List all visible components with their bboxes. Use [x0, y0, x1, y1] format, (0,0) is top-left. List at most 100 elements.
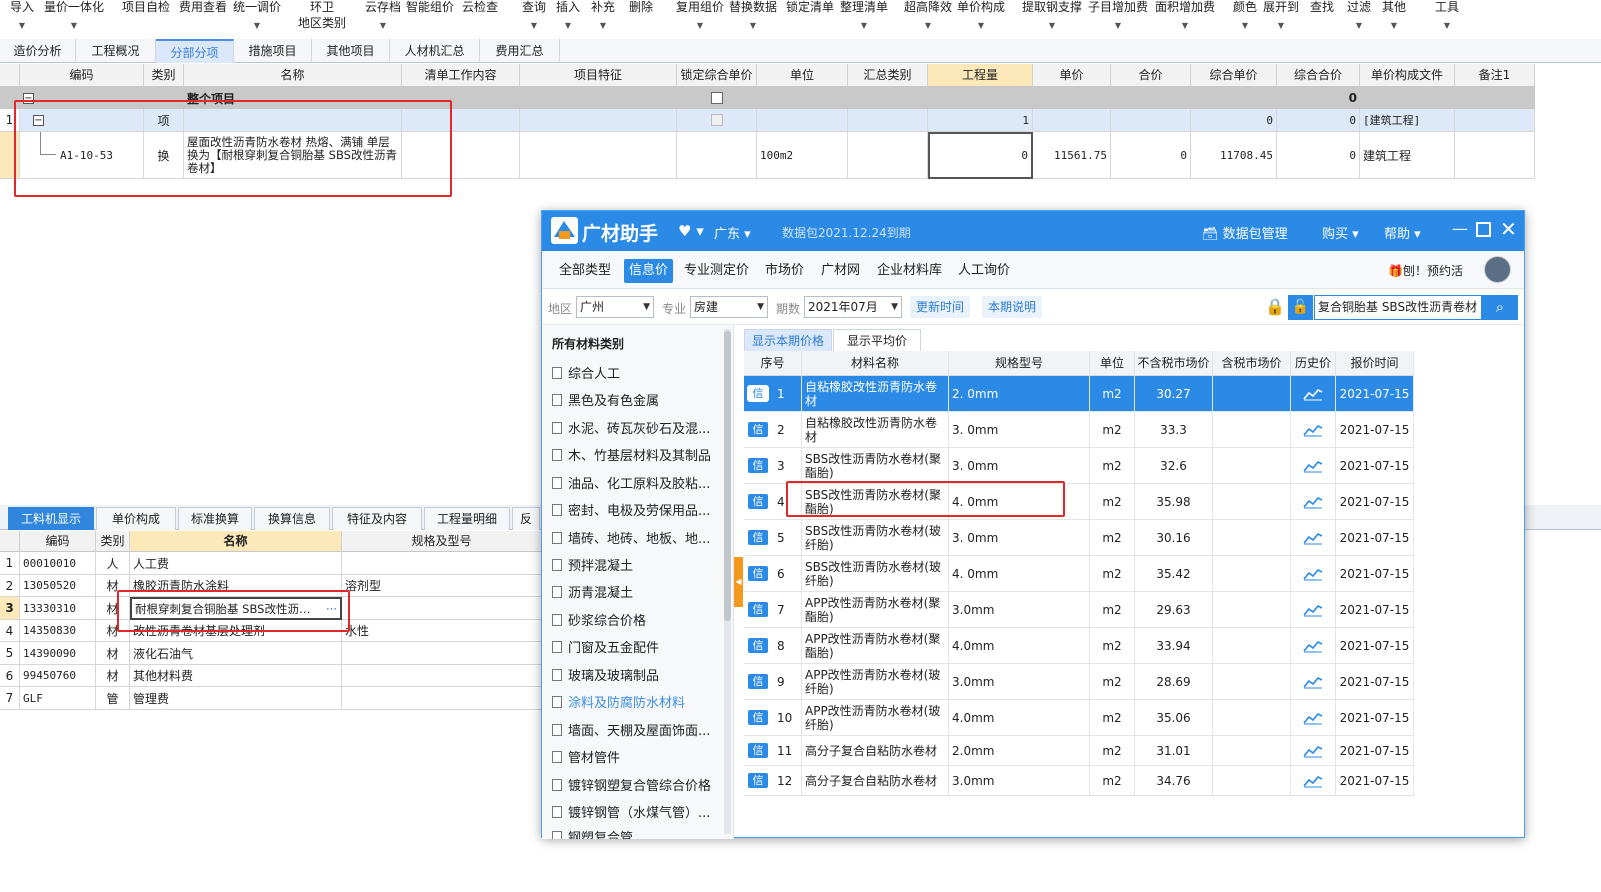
tab-price-composition[interactable]: 单价构成	[96, 507, 176, 530]
category-item[interactable]: 管材管件	[552, 749, 722, 769]
col-header-price-incl-tax[interactable]: 含税市场价	[1213, 351, 1291, 376]
expand-to-button[interactable]: 展开到 ▼	[1263, 0, 1299, 30]
row-price-file[interactable]: 建筑工程	[1360, 132, 1455, 179]
col-header-lock-price[interactable]: 锁定综合单价	[677, 64, 757, 87]
row-quantity[interactable]: 1	[928, 109, 1033, 132]
cloud-save-button[interactable]: 云存档 ▼	[365, 0, 401, 30]
region-selector[interactable]: 广东 ▾	[714, 223, 751, 242]
category-item[interactable]: 墙面、天棚及屋面饰面...	[552, 722, 722, 742]
row-date[interactable]: 2021-07-15	[1336, 700, 1414, 736]
col-header-price-excl-tax[interactable]: 不含税市场价	[1135, 351, 1213, 376]
row-code[interactable]: 13330310	[20, 597, 96, 620]
history-chart-icon[interactable]	[1291, 700, 1336, 736]
nav-labor-inquiry[interactable]: 人工询价	[953, 259, 1015, 283]
col-header-quote-date[interactable]: 报价时间	[1336, 351, 1414, 376]
row-spec[interactable]: 3. 0mm	[949, 520, 1090, 556]
row-date[interactable]: 2021-07-15	[1336, 448, 1414, 484]
row-code[interactable]: GLF	[20, 687, 96, 710]
row-material-name[interactable]: 高分子复合自粘防水卷材	[802, 736, 949, 766]
tab-average-price[interactable]: 显示平均价	[833, 329, 921, 351]
search-icon[interactable]: ⌕	[1482, 295, 1518, 320]
tab-overview[interactable]: 工程概况	[76, 39, 156, 63]
row-code[interactable]: 14390090	[20, 642, 96, 665]
row-material-name[interactable]: SBS改性沥青防水卷材(玻纤胎)	[802, 556, 949, 592]
env-button[interactable]: 环卫	[310, 0, 334, 14]
tab-other-items[interactable]: 其他项目	[312, 39, 390, 63]
row-spec[interactable]	[342, 552, 542, 575]
smart-price-button[interactable]: 智能组价	[406, 0, 454, 14]
tab-sections[interactable]: 分部分项	[156, 39, 234, 63]
row-remark[interactable]	[1455, 109, 1535, 132]
category-item[interactable]: 油品、化工原料及胶粘...	[552, 475, 722, 495]
row-material-name[interactable]: APP改性沥青防水卷材(聚酯胎)	[802, 628, 949, 664]
nav-info-price[interactable]: 信息价	[624, 259, 674, 283]
fee-view-button[interactable]: 费用查看	[179, 0, 227, 14]
col-header-code[interactable]: 编码	[20, 531, 96, 552]
row-unit[interactable]: m2	[1090, 484, 1135, 520]
tab-features-content[interactable]: 特征及内容	[332, 507, 422, 530]
category-item[interactable]: 水泥、砖瓦灰砂石及混...	[552, 420, 722, 440]
row-date[interactable]: 2021-07-15	[1336, 766, 1414, 796]
col-header-features[interactable]: 项目特征	[520, 64, 677, 87]
query-button[interactable]: 查询 ▼	[522, 0, 546, 30]
row-price[interactable]: 30.27	[1135, 376, 1213, 412]
region-category-button[interactable]: 地区类别	[298, 16, 346, 30]
row-spec[interactable]: 3.0mm	[949, 664, 1090, 700]
unit-price-comp-button[interactable]: 单价构成 ▼	[957, 0, 1005, 30]
row-name[interactable]: 人工费	[130, 552, 342, 575]
row-code[interactable]: 13050520	[20, 575, 96, 597]
col-header-unit[interactable]: 单位	[1090, 351, 1135, 376]
period-note-button[interactable]: 本期说明	[982, 296, 1043, 318]
table-row[interactable]: 信9 APP改性沥青防水卷材(玻纤胎) 3.0mm m2 28.69 2021-…	[744, 664, 1414, 700]
data-package-button[interactable]: 🗃 数据包管理	[1202, 223, 1288, 242]
row-spec[interactable]: 4.0mm	[949, 628, 1090, 664]
table-row[interactable]: 7 GLF 管 管理费	[0, 687, 542, 710]
table-row[interactable]: 信7 APP改性沥青防水卷材(聚酯胎) 3.0mm m2 29.63 2021-…	[744, 592, 1414, 628]
table-row[interactable]: 信3 SBS改性沥青防水卷材(聚酯胎) 3. 0mm m2 32.6 2021-…	[744, 448, 1414, 484]
tab-more[interactable]: 反	[512, 507, 540, 530]
row-unit[interactable]: m2	[1090, 376, 1135, 412]
col-header-summary-type[interactable]: 汇总类别	[848, 64, 928, 87]
row-spec[interactable]: 3.0mm	[949, 766, 1090, 796]
row-date[interactable]: 2021-07-15	[1336, 556, 1414, 592]
row-material-name[interactable]: SBS改性沥青防水卷材(聚酯胎)	[802, 448, 949, 484]
row-total[interactable]	[1111, 109, 1191, 132]
row-unit-price[interactable]: 11561.75	[1033, 132, 1111, 179]
row-price[interactable]: 35.98	[1135, 484, 1213, 520]
tab-measures[interactable]: 措施项目	[234, 39, 312, 63]
col-header-type[interactable]: 类别	[144, 64, 184, 87]
history-chart-icon[interactable]	[1291, 520, 1336, 556]
row-unit[interactable]: m2	[1090, 556, 1135, 592]
col-header-combined-price[interactable]: 综合单价	[1191, 64, 1277, 87]
row-features[interactable]	[520, 132, 677, 179]
row-unit[interactable]: m2	[1090, 700, 1135, 736]
row-material-name[interactable]: 高分子复合自粘防水卷材	[802, 766, 949, 796]
category-item[interactable]: 钢塑复合管	[552, 829, 722, 839]
row-name[interactable]: 管理费	[130, 687, 342, 710]
row-combined-price[interactable]: 0	[1191, 109, 1277, 132]
row-name[interactable]: 其他材料费	[130, 665, 342, 687]
row-date[interactable]: 2021-07-15	[1336, 736, 1414, 766]
row-date[interactable]: 2021-07-15	[1336, 628, 1414, 664]
row-price-incl[interactable]	[1213, 664, 1291, 700]
project-check-button[interactable]: 项目自检	[122, 0, 170, 14]
history-chart-icon[interactable]	[1291, 448, 1336, 484]
material-search-input[interactable]: 复合铜胎基 SBS改性沥青卷材	[1314, 295, 1482, 320]
row-spec[interactable]: 4. 0mm	[949, 556, 1090, 592]
buy-menu[interactable]: 购买 ▾	[1322, 223, 1359, 242]
table-row[interactable]: 信2 自粘橡胶改性沥青防水卷材 3. 0mm m2 33.3 2021-07-1…	[744, 412, 1414, 448]
history-chart-icon[interactable]	[1291, 664, 1336, 700]
area-fee-button[interactable]: 面积增加费 ▼	[1155, 0, 1215, 30]
tab-current-price[interactable]: 显示本期价格	[744, 329, 832, 351]
col-header-no[interactable]: 序号	[744, 351, 802, 376]
row-price-file[interactable]: [建筑工程]	[1360, 109, 1455, 132]
category-item[interactable]: 砂浆综合价格	[552, 612, 722, 632]
row-price-incl[interactable]	[1213, 736, 1291, 766]
tab-cost-analysis[interactable]: 造价分析	[0, 39, 76, 63]
history-chart-icon[interactable]	[1291, 592, 1336, 628]
row-spec[interactable]: 溶剂型	[342, 575, 542, 597]
row-date[interactable]: 2021-07-15	[1336, 664, 1414, 700]
row-material-name[interactable]: 自粘橡胶改性沥青防水卷材	[802, 376, 949, 412]
lock-list-button[interactable]: 锁定清单	[786, 0, 834, 14]
history-chart-icon[interactable]	[1291, 376, 1336, 412]
